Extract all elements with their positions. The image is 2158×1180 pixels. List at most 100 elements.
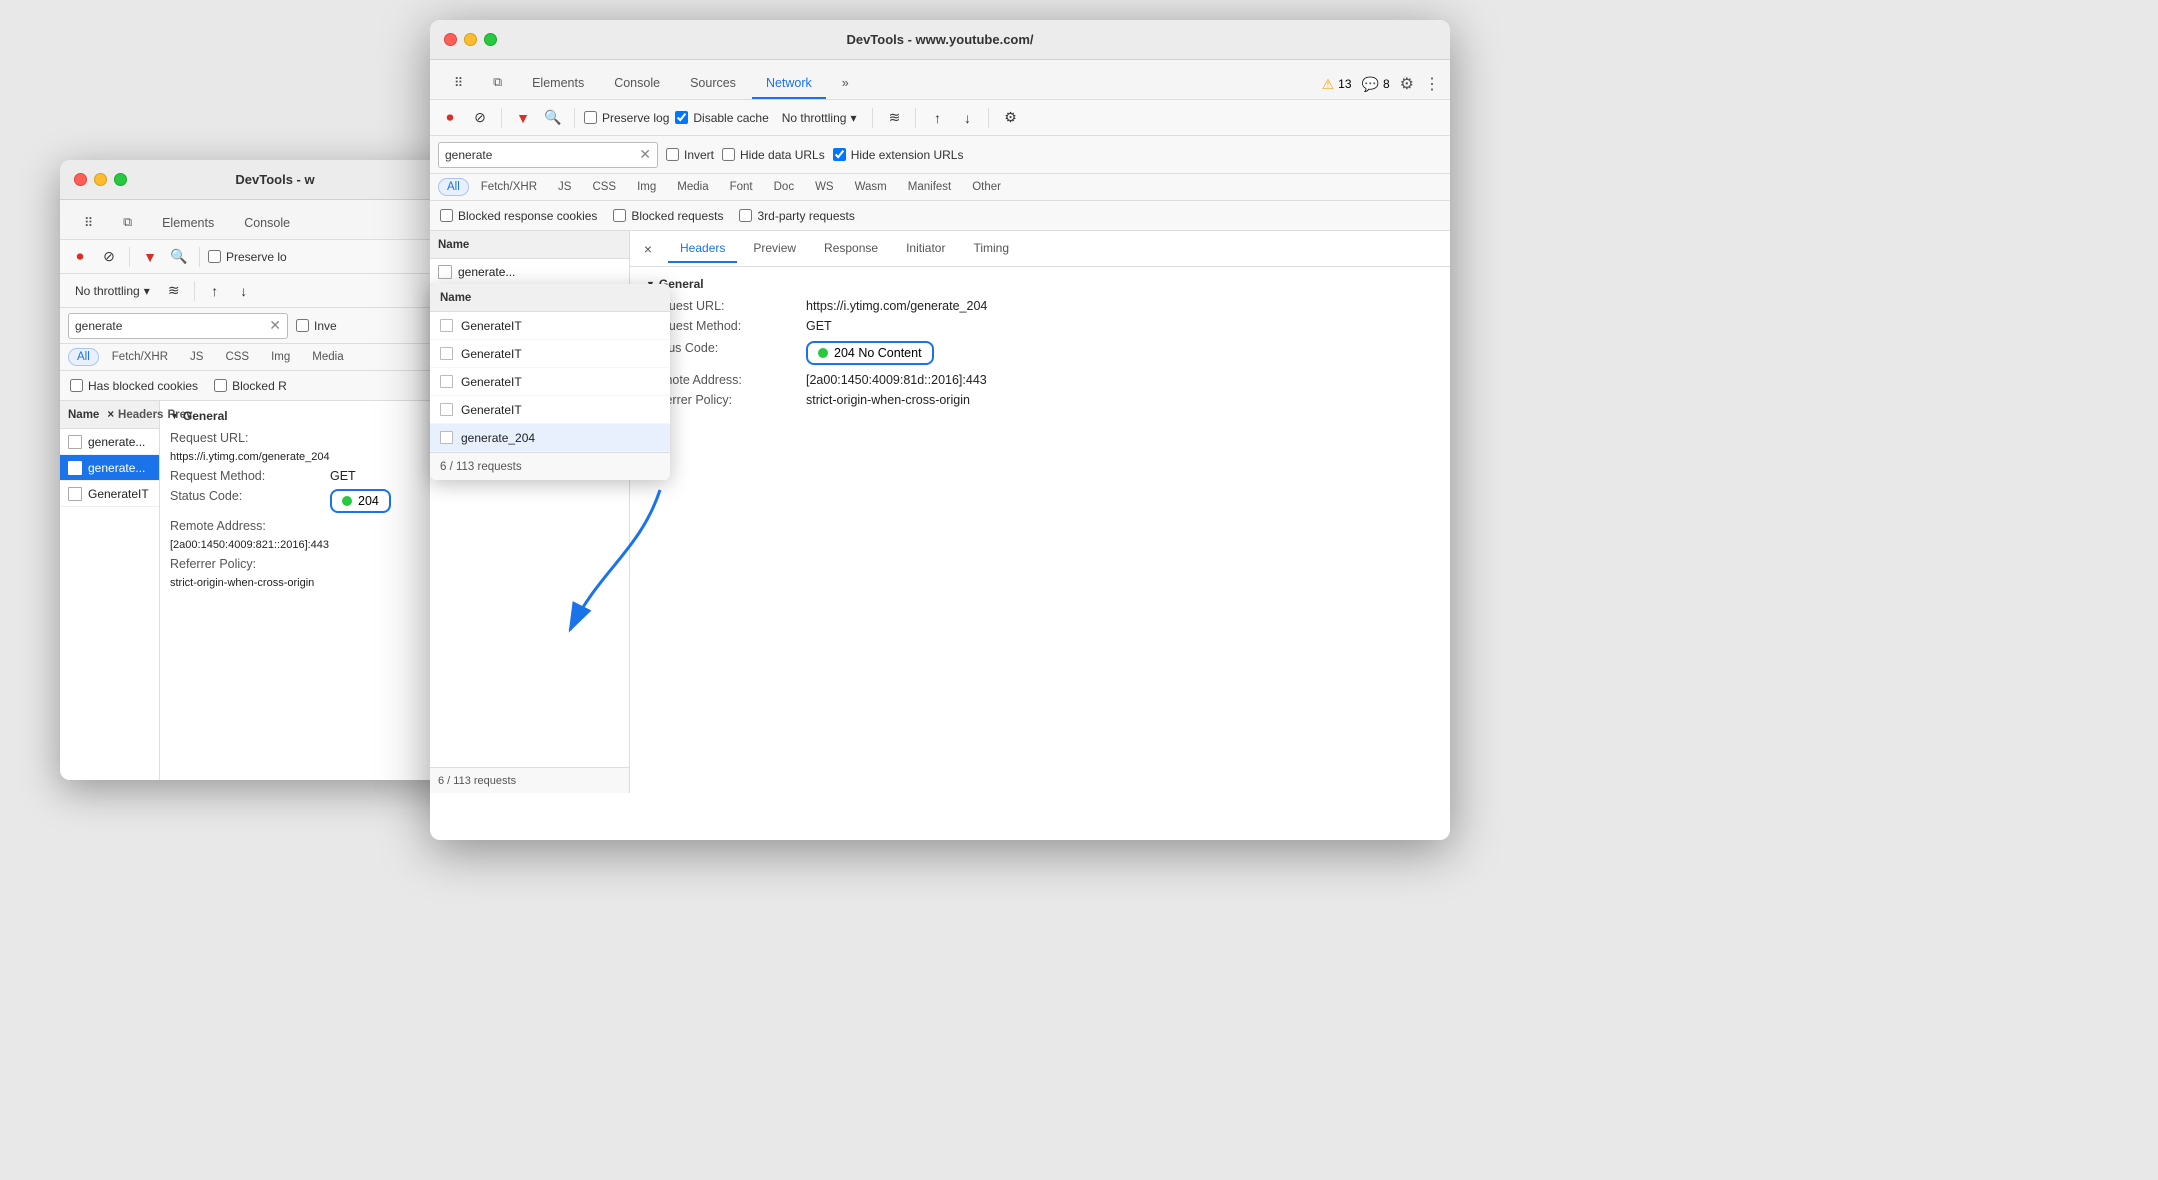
back-row-generate2-selected[interactable]: generate... (60, 455, 159, 481)
front-tab-network[interactable]: Network (752, 69, 826, 99)
back-row-generateit[interactable]: GenerateIT (60, 481, 159, 507)
back-tab-layout-icon[interactable]: ⧉ (109, 208, 146, 239)
front-preserve-log-checkbox[interactable]: Preserve log (584, 111, 669, 125)
front-detail-tab-initiator[interactable]: Initiator (894, 235, 957, 263)
front-upload-button[interactable]: ↑ (925, 106, 949, 130)
back-tab-console[interactable]: Console (230, 209, 304, 239)
front-chip-all[interactable]: All (438, 178, 469, 196)
front-disable-cache-checkbox[interactable]: Disable cache (675, 111, 768, 125)
front-chip-other[interactable]: Other (963, 178, 1010, 196)
front-blocked-cookies-cb[interactable]: Blocked response cookies (440, 209, 597, 223)
front-third-party-cb[interactable]: 3rd-party requests (739, 209, 854, 223)
front-chip-font[interactable]: Font (721, 178, 762, 196)
front-close-button[interactable] (444, 33, 457, 46)
back-close-button[interactable] (74, 173, 87, 186)
front-network-settings[interactable]: ⚙ (998, 106, 1022, 130)
back-fullscreen-button[interactable] (114, 173, 127, 186)
back-titlebar: DevTools - w (60, 160, 490, 200)
front-chip-js[interactable]: JS (549, 178, 580, 196)
back-headers-tab-small[interactable]: Headers (118, 409, 163, 421)
front-detail-tab-headers[interactable]: Headers (668, 235, 737, 263)
back-chip-all[interactable]: All (68, 348, 99, 366)
front-hide-ext-input[interactable] (833, 148, 846, 161)
back-chip-media[interactable]: Media (303, 348, 352, 366)
front-hide-data-input[interactable] (722, 148, 735, 161)
front-details-close[interactable]: × (638, 239, 658, 259)
front-search-clear[interactable]: ✕ (639, 146, 651, 163)
back-search-clear[interactable]: ✕ (269, 317, 281, 334)
front-search-box[interactable]: ✕ (438, 142, 658, 168)
front-detail-tab-response[interactable]: Response (812, 235, 890, 263)
front-download-button[interactable]: ↓ (955, 106, 979, 130)
front-clear-button[interactable]: ⊘ (468, 106, 492, 130)
back-separator3 (194, 281, 195, 301)
front-chip-ws[interactable]: WS (806, 178, 843, 196)
front-chip-fetch[interactable]: Fetch/XHR (472, 178, 546, 196)
front-search-input[interactable] (445, 148, 635, 162)
front-fullscreen-button[interactable] (484, 33, 497, 46)
back-invert-checkbox[interactable]: Inve (296, 319, 337, 333)
front-more-button[interactable]: ⋮ (1424, 74, 1440, 94)
back-tab-panel-icon[interactable]: ⠿ (70, 208, 107, 239)
dropdown-item-2[interactable]: GenerateIT (430, 368, 670, 396)
front-throttle-select[interactable]: No throttling ▾ (775, 108, 864, 128)
front-disable-cache-input[interactable] (675, 111, 688, 124)
front-invert-input[interactable] (666, 148, 679, 161)
front-preserve-log-input[interactable] (584, 111, 597, 124)
front-hide-data-checkbox[interactable]: Hide data URLs (722, 148, 825, 162)
back-blocked-r-checkbox[interactable]: Blocked R (214, 379, 287, 393)
back-filter-button[interactable]: ▼ (138, 245, 162, 269)
front-detail-tab-preview[interactable]: Preview (741, 235, 808, 263)
back-search-button[interactable]: 🔍 (167, 245, 191, 269)
front-chip-doc[interactable]: Doc (765, 178, 803, 196)
back-search-box[interactable]: ✕ (68, 313, 288, 339)
front-chip-css[interactable]: CSS (583, 178, 625, 196)
back-clear-button[interactable]: ⊘ (97, 245, 121, 269)
back-chip-css[interactable]: CSS (216, 348, 258, 366)
back-record-button[interactable]: ⏺ (68, 245, 92, 269)
back-close-header[interactable]: × (107, 409, 114, 421)
back-chip-fetch[interactable]: Fetch/XHR (103, 348, 177, 366)
back-minimize-button[interactable] (94, 173, 107, 186)
dropdown-file-icon-1 (440, 347, 453, 360)
front-row-generate1[interactable]: generate... (430, 259, 629, 285)
back-invert-input[interactable] (296, 319, 309, 332)
front-tab-sources[interactable]: Sources (676, 69, 750, 99)
back-throttle-select[interactable]: No throttling ▾ (68, 281, 157, 301)
front-tab-bar: ⠿ ⧉ Elements Console Sources Network » ⚠… (430, 60, 1450, 100)
dropdown-item-0[interactable]: GenerateIT (430, 312, 670, 340)
dropdown-item-1[interactable]: GenerateIT (430, 340, 670, 368)
front-chip-media[interactable]: Media (668, 178, 717, 196)
front-tab-elements[interactable]: Elements (518, 69, 598, 99)
front-hide-extension-checkbox[interactable]: Hide extension URLs (833, 148, 964, 162)
dropdown-item-3[interactable]: GenerateIT (430, 396, 670, 424)
back-chip-js[interactable]: JS (181, 348, 212, 366)
front-settings-button[interactable]: ⚙ (1400, 74, 1414, 94)
front-checkbox-row: Blocked response cookies Blocked request… (430, 201, 1450, 231)
front-chip-wasm[interactable]: Wasm (846, 178, 896, 196)
back-preserve-log-input[interactable] (208, 250, 221, 263)
back-upload-button[interactable]: ↑ (203, 279, 227, 303)
dropdown-item-4-highlighted[interactable]: generate_204 (430, 424, 670, 452)
back-blocked-cookies-checkbox[interactable]: Has blocked cookies (70, 379, 198, 393)
back-download-button[interactable]: ↓ (232, 279, 256, 303)
front-chip-img[interactable]: Img (628, 178, 665, 196)
back-preserve-log-checkbox[interactable]: Preserve lo (208, 250, 287, 264)
front-minimize-button[interactable] (464, 33, 477, 46)
front-search-button[interactable]: 🔍 (541, 106, 565, 130)
front-tab-panel-icon[interactable]: ⠿ (440, 68, 477, 99)
front-detail-tab-timing[interactable]: Timing (961, 235, 1021, 263)
front-tab-layout-icon[interactable]: ⧉ (479, 68, 516, 99)
back-search-input[interactable] (75, 319, 265, 333)
front-tab-console[interactable]: Console (600, 69, 674, 99)
front-filter-button[interactable]: ▼ (511, 106, 535, 130)
back-tab-elements[interactable]: Elements (148, 209, 228, 239)
back-chip-img[interactable]: Img (262, 348, 299, 366)
back-row-generate1[interactable]: generate... (60, 429, 159, 455)
front-chip-manifest[interactable]: Manifest (899, 178, 960, 196)
front-invert-checkbox[interactable]: Invert (666, 148, 714, 162)
front-record-button[interactable]: ⏺ (438, 106, 462, 130)
front-blocked-requests-cb[interactable]: Blocked requests (613, 209, 723, 223)
dropdown-file-icon-2 (440, 375, 453, 388)
front-tab-more[interactable]: » (828, 69, 863, 99)
